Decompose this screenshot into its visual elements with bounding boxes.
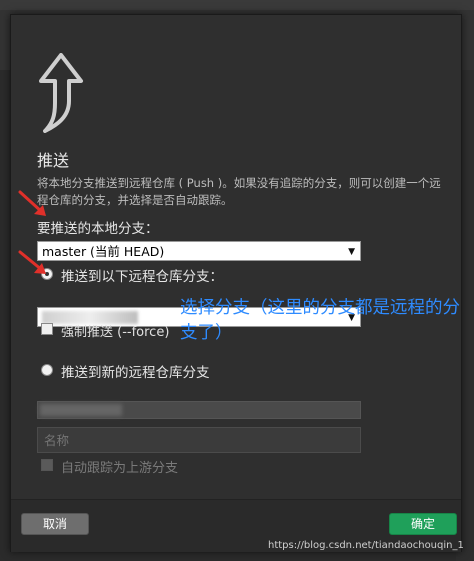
watermark-url: https://blog.csdn.net/tiandaochouqin_1 [268, 540, 464, 551]
dialog-description: 将本地分支推送到远程仓库 ( Push )。如果没有追踪的分支，则可以创建一个远… [37, 176, 441, 207]
local-branch-value: master (当前 HEAD) [42, 244, 165, 259]
push-arrow-icon [39, 53, 83, 133]
new-remote-select[interactable] [37, 401, 361, 419]
annotation-note: 选择分支（这里的分支都是远程的分支了） [180, 298, 460, 343]
auto-track-label: 自动跟踪为上游分支 [61, 461, 179, 476]
push-new-label: 推送到新的远程仓库分支 [61, 365, 210, 381]
redacted-remote-name [40, 404, 122, 416]
dialog-title: 推送 [37, 151, 70, 170]
background-topbar [0, 0, 474, 10]
cancel-button[interactable]: 取消 [21, 513, 89, 535]
local-branch-select[interactable]: master (当前 HEAD) ▼ [37, 241, 361, 261]
red-arrow-icon [18, 250, 46, 274]
force-push-label: 强制推送 (--force) [61, 325, 170, 340]
push-dialog: 推送 将本地分支推送到远程仓库 ( Push )。如果没有追踪的分支，则可以创建… [10, 14, 462, 552]
force-push-checkbox[interactable] [41, 323, 53, 335]
push-existing-label: 推送到以下远程仓库分支： [61, 269, 223, 285]
branch-name-input[interactable] [37, 427, 361, 453]
auto-track-checkbox[interactable] [41, 459, 53, 471]
push-new-radio[interactable] [41, 364, 53, 376]
dropdown-caret-icon: ▼ [348, 247, 355, 257]
red-arrow-icon [18, 190, 46, 216]
ok-button[interactable]: 确定 [389, 513, 457, 535]
local-branch-label: 要推送的本地分支： [37, 221, 159, 237]
